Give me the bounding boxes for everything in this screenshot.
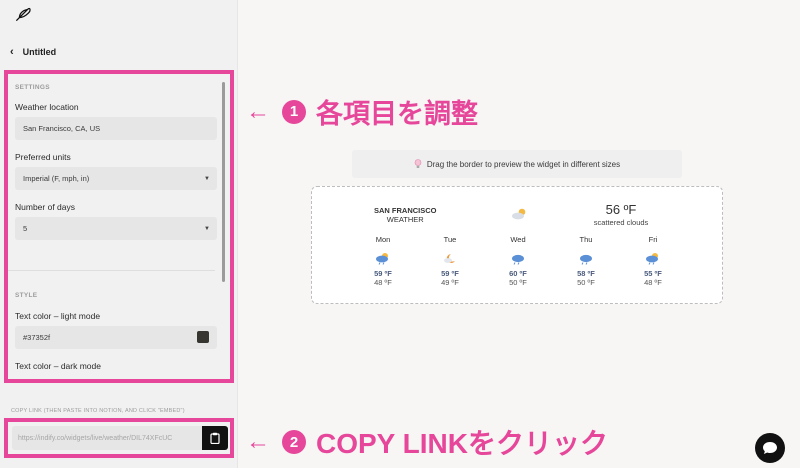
cloudy-rain-icon bbox=[646, 252, 658, 265]
step-number-badge: 2 bbox=[282, 430, 306, 454]
forecast-day: Thu 58 ºF 50 ºF bbox=[561, 235, 611, 287]
sidebar: ‹ Untitled SETTINGS Weather location San… bbox=[0, 0, 238, 468]
settings-panel: SETTINGS Weather location San Francisco,… bbox=[4, 70, 234, 383]
day-low: 50 ºF bbox=[509, 278, 527, 287]
day-low: 50 ºF bbox=[577, 278, 595, 287]
text-color-light-label: Text color – light mode bbox=[15, 311, 101, 321]
copy-link-input[interactable]: https://indify.co/widgets/live/weather/D… bbox=[12, 426, 202, 450]
style-section-label: STYLE bbox=[15, 292, 38, 299]
copy-link-label: COPY LINK (THEN PASTE INTO NOTION, AND C… bbox=[11, 408, 185, 414]
tip-text: Drag the border to preview the widget in… bbox=[426, 159, 621, 169]
moon-cloud-icon bbox=[444, 253, 455, 263]
page-title: Untitled bbox=[22, 47, 57, 57]
forecast-day: Tue 59 ºF 49 ºF bbox=[425, 235, 475, 287]
scrollbar[interactable] bbox=[222, 82, 225, 282]
weather-location-value: San Francisco, CA, US bbox=[23, 124, 101, 133]
weather-location-label: Weather location bbox=[15, 102, 79, 112]
city-subtitle: WEATHER bbox=[386, 215, 424, 224]
units-label: Preferred units bbox=[15, 152, 71, 162]
back-link[interactable]: ‹ Untitled bbox=[10, 45, 57, 58]
lightbulb-icon bbox=[414, 159, 422, 168]
text-color-dark-label: Text color – dark mode bbox=[15, 361, 101, 371]
units-select[interactable]: Imperial (F, mph, in) ▼ bbox=[15, 167, 217, 190]
preview-tip: Drag the border to preview the widget in… bbox=[352, 150, 682, 178]
forecast-day: Mon 59 ºF 48 ºF bbox=[358, 235, 408, 287]
weather-widget-preview[interactable]: SAN FRANCISCO WEATHER 56 ºF scattered cl… bbox=[311, 186, 723, 304]
days-select[interactable]: 5 ▼ bbox=[15, 217, 217, 240]
day-high: 58 ºF bbox=[577, 269, 595, 278]
day-high: 55 ºF bbox=[644, 269, 662, 278]
copy-link-button[interactable] bbox=[202, 426, 228, 450]
day-name: Tue bbox=[443, 235, 457, 244]
day-name: Wed bbox=[510, 235, 526, 244]
section-divider bbox=[8, 270, 215, 271]
day-high: 60 ºF bbox=[509, 269, 527, 278]
current-desc: scattered clouds bbox=[593, 218, 649, 227]
cloudy-rain-icon bbox=[512, 254, 524, 265]
units-value: Imperial (F, mph, in) bbox=[23, 174, 90, 183]
text-color-light-input[interactable]: #37352f bbox=[15, 326, 217, 349]
annotation-step-2: ← 2 COPY LINKをクリック bbox=[246, 422, 608, 462]
annotation-step-1: ← 1 各項目を調整 bbox=[246, 92, 478, 131]
day-low: 49 ºF bbox=[441, 278, 459, 287]
partly-cloudy-day-icon bbox=[512, 208, 526, 220]
current-weather: 56 ºF scattered clouds bbox=[586, 202, 656, 227]
chevron-left-icon: ‹ bbox=[10, 45, 14, 58]
caret-down-icon: ▼ bbox=[204, 226, 210, 232]
current-temp: 56 ºF bbox=[605, 202, 637, 217]
day-name: Mon bbox=[375, 235, 391, 244]
caret-down-icon: ▼ bbox=[204, 176, 210, 182]
feather-icon[interactable] bbox=[14, 5, 32, 23]
forecast-day: Wed 60 ºF 50 ºF bbox=[493, 235, 543, 287]
color-swatch[interactable] bbox=[197, 331, 209, 343]
day-low: 48 ºF bbox=[374, 278, 392, 287]
day-low: 48 ºF bbox=[644, 278, 662, 287]
copy-link-value: https://indify.co/widgets/live/weather/D… bbox=[18, 434, 173, 442]
day-high: 59 ºF bbox=[441, 269, 459, 278]
settings-section-label: SETTINGS bbox=[15, 84, 50, 91]
days-value: 5 bbox=[23, 224, 28, 233]
step-number-badge: 1 bbox=[282, 99, 306, 124]
city-title: SAN FRANCISCO bbox=[374, 206, 437, 215]
day-name: Fri bbox=[648, 235, 658, 244]
arrow-left-icon: ← bbox=[246, 428, 270, 455]
cloudy-rain-icon bbox=[580, 254, 592, 265]
city-name: SAN FRANCISCO WEATHER bbox=[374, 206, 437, 224]
chat-button[interactable] bbox=[755, 433, 785, 463]
copy-link-panel: https://indify.co/widgets/live/weather/D… bbox=[4, 418, 234, 458]
annotation-text: 各項目を調整 bbox=[316, 99, 478, 129]
chat-bubble-icon bbox=[763, 442, 777, 454]
day-high: 59 ºF bbox=[374, 269, 392, 278]
days-label: Number of days bbox=[15, 202, 75, 212]
day-name: Thu bbox=[579, 235, 593, 244]
forecast-day: Fri 55 ºF 48 ºF bbox=[628, 235, 678, 287]
arrow-left-icon: ← bbox=[246, 97, 270, 125]
annotation-text: COPY LINKをクリック bbox=[316, 428, 608, 459]
weather-location-input[interactable]: San Francisco, CA, US bbox=[15, 117, 217, 140]
cloudy-rain-icon bbox=[376, 252, 388, 265]
text-color-light-value: #37352f bbox=[23, 333, 51, 342]
clipboard-icon bbox=[210, 432, 220, 444]
